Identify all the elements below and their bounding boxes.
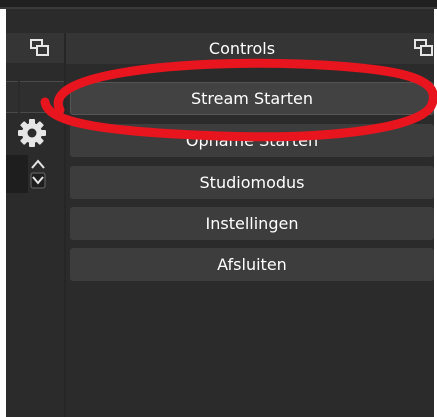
dock-splitter[interactable] <box>64 33 66 417</box>
left-dock-field[interactable] <box>6 81 18 113</box>
left-dock-field-2[interactable] <box>20 81 64 113</box>
studio-mode-button[interactable]: Studiomodus <box>70 166 434 199</box>
gear-icon[interactable] <box>16 117 48 149</box>
exit-button[interactable]: Afsluiten <box>70 248 434 281</box>
recording-start-button[interactable]: Opname Starten <box>70 124 434 157</box>
spin-arrows-icon[interactable] <box>29 156 47 190</box>
undock-icon[interactable] <box>30 39 50 57</box>
top-divider <box>0 7 437 9</box>
controls-dock-title: Controls <box>208 39 276 58</box>
top-bar <box>0 0 437 7</box>
stream-start-button[interactable]: Stream Starten <box>70 82 434 115</box>
settings-button[interactable]: Instellingen <box>70 207 434 240</box>
left-dock-list[interactable] <box>6 155 28 193</box>
undock-icon[interactable] <box>414 39 434 57</box>
